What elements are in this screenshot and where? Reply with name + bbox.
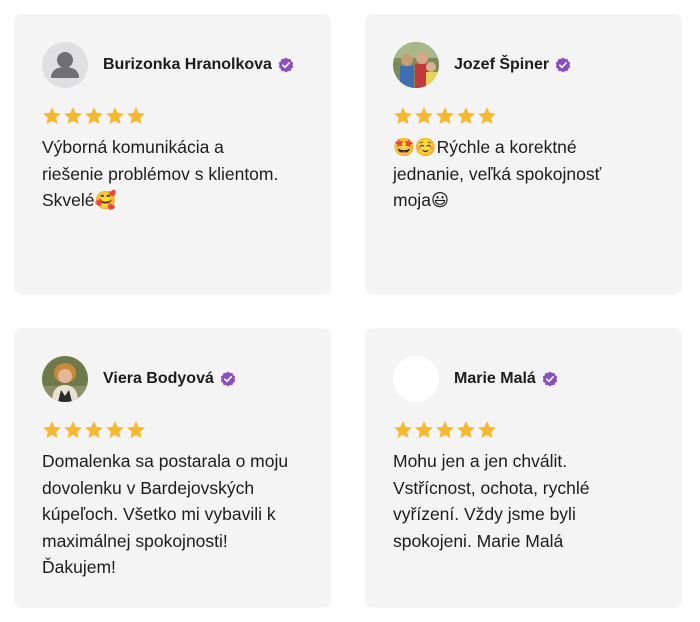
avatar [393, 356, 439, 402]
review-text: Výborná komunikácia a riešenie problémov… [42, 134, 312, 214]
review-card: Marie Malá Mohu jen a jen chválit. Vstří… [365, 328, 682, 608]
review-card: Jozef Špiner 🤩☺️Rýchle a korektné jednan… [365, 14, 682, 295]
avatar [42, 356, 88, 402]
review-line: moja😃 [393, 190, 450, 211]
review-line: kúpeľoch. Všetko mi vybavili k [42, 504, 276, 525]
reviewer-name: Jozef Špiner [454, 56, 550, 73]
star-icon [394, 107, 412, 124]
reviewer-name: Viera Bodyová [103, 370, 214, 387]
star-icon [64, 107, 82, 124]
avatar-photo [42, 356, 88, 402]
review-line: Výborná komunikácia a [42, 137, 224, 157]
avatar [393, 42, 439, 88]
review-line: dovolenku v Bardejovských [42, 477, 255, 498]
review-header: Jozef Špiner [393, 42, 571, 88]
verified-badge-icon [555, 57, 571, 73]
review-line: Skvelé🥰 [42, 190, 117, 211]
review-line: maximálnej spokojnosti! [42, 530, 228, 551]
review-card: Viera Bodyová Domalenka sa postarala o m… [14, 328, 331, 608]
review-line: 🤩☺️Rýchle a korektné [393, 137, 577, 157]
review-text: Mohu jen a jen chválit. Vstřícnost, ocho… [393, 448, 663, 554]
star-icon [64, 421, 82, 438]
star-icon [478, 107, 496, 124]
review-header: Marie Malá [393, 356, 558, 402]
avatar-photo [393, 42, 439, 88]
star-icon [436, 421, 454, 438]
review-line: Mohu jen a jen chválit. [393, 451, 568, 471]
review-line: vyřízení. Vždy jsme byli [393, 504, 576, 525]
rating-stars [393, 106, 497, 126]
star-icon [436, 107, 454, 124]
star-icon [127, 421, 145, 438]
review-line: spokojeni. Marie Malá [393, 530, 564, 551]
review-line: Domalenka sa postarala o moju [42, 451, 289, 471]
verified-badge-icon [220, 371, 236, 387]
reviewer-name: Burizonka Hranolkova [103, 56, 272, 73]
review-card: Burizonka Hranolkova Výborná komunikácia… [14, 14, 331, 295]
star-icon [478, 421, 496, 438]
star-icon [415, 107, 433, 124]
avatar [42, 42, 88, 88]
rating-stars [42, 420, 146, 440]
review-line: Ďakujem! [42, 557, 116, 578]
verified-badge-icon [542, 371, 558, 387]
star-icon [43, 107, 61, 124]
review-header: Viera Bodyová [42, 356, 236, 402]
review-text: Domalenka sa postarala o moju dovolenku … [42, 448, 312, 581]
review-header: Burizonka Hranolkova [42, 42, 294, 88]
review-line: riešenie problémov s klientom. [42, 163, 279, 184]
review-line: jednanie, veľká spokojnosť [393, 163, 602, 184]
star-icon [43, 421, 61, 438]
star-icon [106, 107, 124, 124]
verified-badge-icon [278, 57, 294, 73]
review-text: 🤩☺️Rýchle a korektné jednanie, veľká spo… [393, 134, 663, 214]
reviewer-name: Marie Malá [454, 370, 536, 387]
rating-stars [42, 106, 146, 126]
default-person-icon [51, 52, 79, 78]
review-line: Vstřícnost, ochota, rychlé [393, 477, 590, 498]
star-icon [457, 421, 475, 438]
star-icon [85, 421, 103, 438]
star-icon [457, 107, 475, 124]
star-icon [85, 107, 103, 124]
star-icon [394, 421, 412, 438]
star-icon [127, 107, 145, 124]
star-icon [415, 421, 433, 438]
star-icon [106, 421, 124, 438]
rating-stars [393, 420, 497, 440]
